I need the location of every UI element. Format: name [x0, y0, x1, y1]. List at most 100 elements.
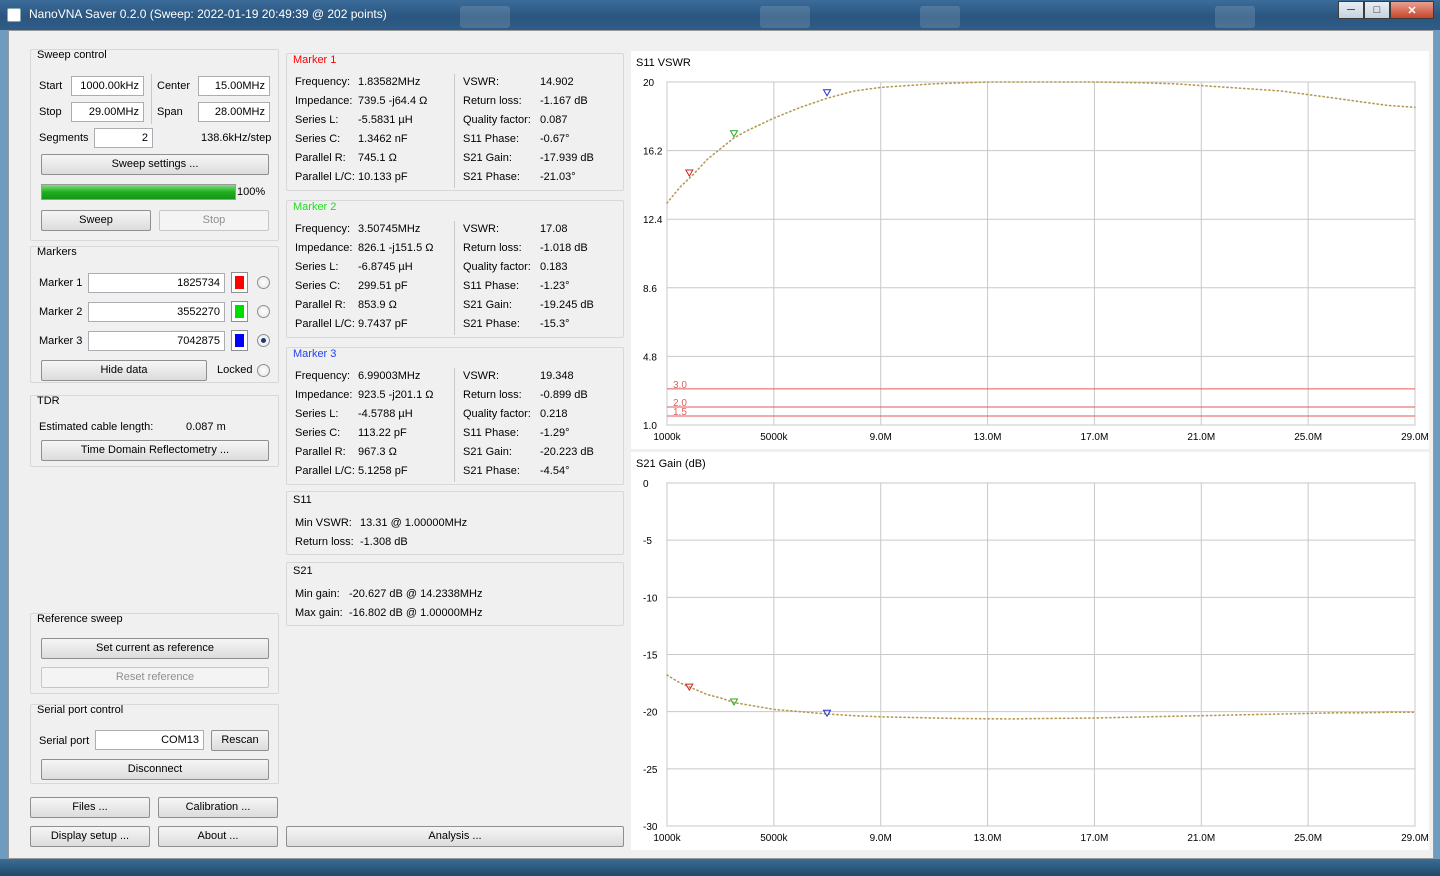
s11-summary-group: S11 Min VSWR: 13.31 @ 1.00000MHz Return … [286, 491, 624, 555]
span-input[interactable]: 28.00MHz [198, 102, 270, 122]
hide-data-button[interactable]: Hide data [41, 360, 207, 381]
divider [151, 74, 152, 124]
rescan-button[interactable]: Rescan [211, 730, 269, 751]
y-tick-label: -20 [643, 708, 658, 719]
locked-radio[interactable] [257, 364, 270, 377]
segments-label: Segments [39, 132, 89, 144]
marker-2-right-value: 0.183 [540, 261, 568, 273]
marker-3-frequency-input[interactable]: 7042875 [88, 331, 225, 351]
marker-2-left-label: Parallel R: [295, 299, 346, 311]
marker-3-radio[interactable] [257, 334, 270, 347]
minimize-button[interactable]: ─ [1338, 1, 1364, 19]
display-setup-button[interactable]: Display setup ... [30, 826, 150, 847]
marker-3-left-label: Series C: [295, 427, 341, 439]
divider [454, 74, 455, 188]
sweep-settings-button[interactable]: Sweep settings ... [41, 154, 269, 175]
stop-button[interactable]: Stop [159, 210, 269, 231]
marker-3-right-value: -20.223 dB [540, 446, 594, 458]
min-vswr-label: Min VSWR: [295, 517, 352, 529]
center-input[interactable]: 15.00MHz [198, 76, 270, 96]
x-tick-label: 21.0M [1187, 833, 1215, 844]
marker-1-left-value: 1.83582MHz [358, 76, 421, 88]
marker-2-left-value: 826.1 -j151.5 Ω [358, 242, 434, 254]
time-domain-reflectometry-button[interactable]: Time Domain Reflectometry ... [41, 440, 269, 461]
marker-2-radio[interactable] [257, 305, 270, 318]
x-tick-label: 13.0M [974, 432, 1002, 443]
marker-1-left-label: Frequency: [295, 76, 351, 88]
s21-gain-chart[interactable]: S21 Gain (dB) 1000k 5000k 9.0M 13.0M 17.0M 21.… [631, 452, 1429, 850]
marker-1-left-value: 739.5 -j64.4 Ω [358, 95, 428, 107]
sweep-button[interactable]: Sweep [41, 210, 151, 231]
chart-title: S21 Gain (dB) [636, 458, 706, 470]
return-loss-label: Return loss: [295, 536, 354, 548]
marker-1-left-label: Series L: [295, 114, 339, 126]
reset-reference-button[interactable]: Reset reference [41, 667, 269, 688]
s21-gain-chart-svg: S21 Gain (dB) 1000k 5000k 9.0M 13.0M 17.0M 21.… [636, 458, 1429, 844]
about-button[interactable]: About ... [158, 826, 278, 847]
set-reference-button[interactable]: Set current as reference [41, 638, 269, 659]
marker-2-right-label: S11 Phase: [463, 280, 520, 292]
serial-port-group: Serial port control Serial port COM13 Re… [30, 704, 279, 784]
calibration-button[interactable]: Calibration ... [158, 797, 278, 818]
min-gain-label: Min gain: [295, 588, 340, 600]
marker-2-left-label: Series L: [295, 261, 339, 273]
group-title: Sweep control [37, 49, 107, 61]
marker-2-color-button[interactable] [231, 301, 248, 322]
x-tick-label: 1000k [653, 432, 681, 443]
group-title: TDR [37, 395, 60, 407]
marker-2-left-value: 853.9 Ω [358, 299, 397, 311]
marker-1-radio[interactable] [257, 276, 270, 289]
x-tick-label: 1000k [653, 833, 681, 844]
group-title: Reference sweep [37, 613, 123, 625]
marker-1-color-button[interactable] [231, 272, 248, 293]
x-tick-label: 29.0M [1401, 833, 1429, 844]
sweep-control-group: Sweep control Start 1000.00kHz Stop 29.0… [30, 49, 279, 241]
marker-2-label: Marker 2 [39, 306, 83, 318]
marker-2-right-value: -1.23° [540, 280, 570, 292]
serial-port-select[interactable]: COM13 [95, 730, 204, 750]
data-series [666, 674, 1416, 720]
marker-1-right-label: Quality factor: [463, 114, 531, 126]
disconnect-button[interactable]: Disconnect [41, 759, 269, 780]
start-input[interactable]: 1000.00kHz [71, 76, 144, 96]
divider [454, 221, 455, 335]
marker-3-right-value: -4.54° [540, 465, 570, 477]
span-label: Span [157, 106, 183, 118]
analysis-button[interactable]: Analysis ... [286, 826, 624, 847]
marker-3-left-value: 113.22 pF [358, 427, 407, 439]
marker-2-left-value: 3.50745MHz [358, 223, 421, 235]
progress-fill [42, 185, 235, 199]
marker-3-color-button[interactable] [231, 330, 248, 351]
marker-3-right-value: 19.348 [540, 370, 574, 382]
marker-3-left-label: Parallel R: [295, 446, 346, 458]
divider [454, 368, 455, 482]
window-title: NanoVNA Saver 0.2.0 (Sweep: 2022-01-19 2… [29, 7, 387, 21]
marker-2-data-group: Marker 2 Frequency: 3.50745MHz Impedance: 82… [286, 200, 624, 338]
reference-line-label: 3.0 [673, 380, 687, 391]
maximize-button[interactable]: □ [1364, 1, 1390, 19]
close-button[interactable]: ✕ [1390, 1, 1434, 19]
stop-input[interactable]: 29.00MHz [71, 102, 144, 122]
marker-3-data-title: Marker 3 [293, 348, 337, 360]
marker-1-right-value: -21.03° [540, 171, 576, 183]
x-tick-label: 25.0M [1294, 833, 1322, 844]
segments-input[interactable]: 2 [94, 128, 153, 148]
marker-2-right-label: Quality factor: [463, 261, 531, 273]
s11-vswr-chart[interactable]: S11 VSWR 1000k 5000k 9.0M 13.0M 17.0M 21.0M 25.… [631, 51, 1429, 449]
files-button[interactable]: Files ... [30, 797, 150, 818]
marker-1-left-label: Parallel L/C: [295, 171, 355, 183]
x-tick-label: 5000k [760, 432, 788, 443]
markers-group: Markers Marker 1 1825734 Marker 2 355227… [30, 246, 279, 383]
marker-3-left-value: -4.5788 µH [358, 408, 413, 420]
marker-3-left-label: Frequency: [295, 370, 351, 382]
y-tick-label: -25 [643, 765, 658, 776]
marker-1-left-value: -5.5831 µH [358, 114, 413, 126]
marker-1-right-label: S21 Phase: [463, 171, 520, 183]
marker-2-frequency-input[interactable]: 3552270 [88, 302, 225, 322]
marker-1-data-group: Marker 1 Frequency: 1.83582MHz Impedance: 73… [286, 53, 624, 191]
marker-1-left-label: Series C: [295, 133, 341, 145]
x-tick-label: 5000k [760, 833, 788, 844]
marker-1-frequency-input[interactable]: 1825734 [88, 273, 225, 293]
marker-2-left-label: Impedance: [295, 242, 353, 254]
marker-1-right-label: Return loss: [463, 95, 522, 107]
